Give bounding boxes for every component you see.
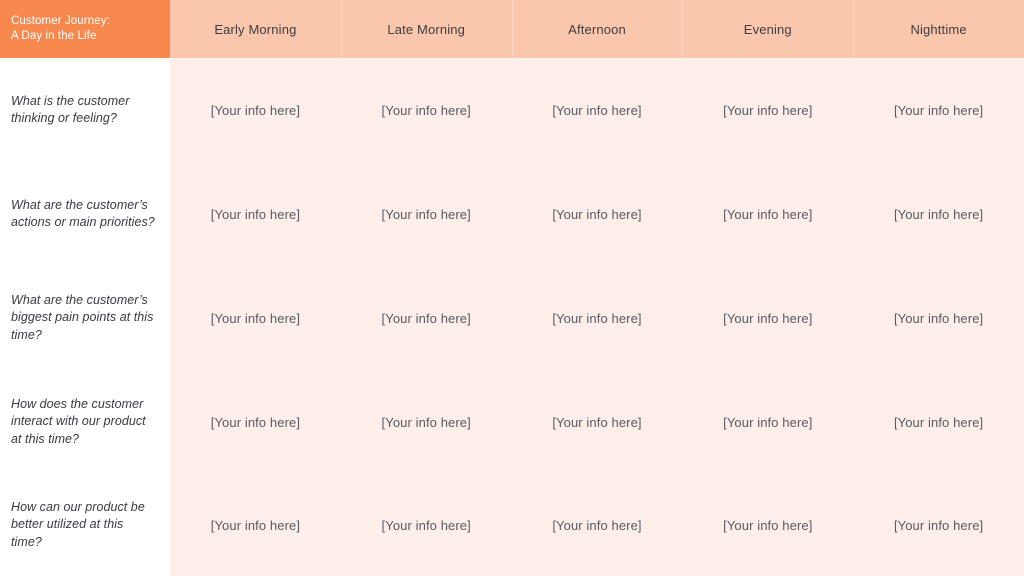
info-cell[interactable]: [Your info here]: [682, 370, 853, 474]
row-label-cell-product-interaction: How does the customer interact with our …: [0, 370, 170, 474]
info-cell[interactable]: [Your info here]: [512, 58, 683, 162]
row-cell-group: [Your info here] [Your info here] [Your …: [170, 266, 1024, 370]
info-placeholder: [Your info here]: [210, 517, 301, 533]
info-cell[interactable]: [Your info here]: [512, 474, 683, 576]
info-cell[interactable]: [Your info here]: [170, 162, 341, 266]
stage-header-afternoon[interactable]: Afternoon: [511, 0, 683, 58]
info-cell[interactable]: [Your info here]: [170, 58, 341, 162]
stage-header-label: Nighttime: [910, 21, 967, 37]
info-placeholder: [Your info here]: [381, 206, 471, 222]
info-placeholder: [Your info here]: [893, 102, 984, 118]
board-title-line-2: A Day in the Life: [11, 30, 97, 42]
info-cell[interactable]: [Your info here]: [512, 162, 683, 266]
info-placeholder: [Your info here]: [723, 102, 813, 118]
row-label-cell-thinking-feeling: What is the customer thinking or feeling…: [0, 58, 170, 162]
customer-journey-board: Customer Journey: A Day in the Life Earl…: [0, 0, 1024, 576]
board-header-row: Customer Journey: A Day in the Life Earl…: [0, 0, 1024, 58]
info-cell[interactable]: [Your info here]: [341, 370, 512, 474]
info-cell[interactable]: [Your info here]: [512, 266, 683, 370]
row-label-cell-actions-priorities: What are the customer’s actions or main …: [0, 162, 170, 266]
info-placeholder: [Your info here]: [893, 517, 984, 533]
info-cell[interactable]: [Your info here]: [341, 58, 512, 162]
info-cell[interactable]: [Your info here]: [341, 474, 512, 576]
info-placeholder: [Your info here]: [552, 102, 642, 118]
row-label: What is the customer thinking or feeling…: [11, 93, 130, 126]
info-cell[interactable]: [Your info here]: [170, 370, 341, 474]
row-label: What are the customer’s actions or main …: [11, 197, 155, 230]
info-cell[interactable]: [Your info here]: [853, 162, 1024, 266]
board-row: What are the customer’s biggest pain poi…: [0, 266, 1024, 370]
info-placeholder: [Your info here]: [381, 414, 471, 430]
row-cell-group: [Your info here] [Your info here] [Your …: [170, 474, 1024, 576]
info-placeholder: [Your info here]: [723, 206, 813, 222]
info-cell[interactable]: [Your info here]: [341, 266, 512, 370]
info-placeholder: [Your info here]: [381, 517, 471, 533]
info-placeholder: [Your info here]: [893, 206, 984, 222]
info-cell[interactable]: [Your info here]: [341, 162, 512, 266]
info-placeholder: [Your info here]: [210, 102, 301, 118]
info-cell[interactable]: [Your info here]: [512, 370, 683, 474]
info-placeholder: [Your info here]: [381, 310, 471, 326]
stage-header-late-morning[interactable]: Late Morning: [340, 0, 512, 58]
info-placeholder: [Your info here]: [893, 414, 984, 430]
board-row: How can our product be better utilized a…: [0, 474, 1024, 576]
stage-header-label: Late Morning: [387, 21, 466, 37]
info-cell[interactable]: [Your info here]: [170, 266, 341, 370]
row-label-cell-pain-points: What are the customer’s biggest pain poi…: [0, 266, 170, 370]
stage-header-label: Afternoon: [568, 21, 626, 37]
stage-header-label: Evening: [743, 21, 792, 37]
info-cell[interactable]: [Your info here]: [853, 370, 1024, 474]
board-title-block: Customer Journey: A Day in the Life: [0, 0, 170, 58]
info-placeholder: [Your info here]: [552, 310, 642, 326]
board-body: What is the customer thinking or feeling…: [0, 58, 1024, 576]
info-placeholder: [Your info here]: [723, 517, 813, 533]
row-label: How does the customer interact with our …: [11, 396, 146, 446]
row-label-cell-better-utilization: How can our product be better utilized a…: [0, 474, 170, 576]
info-cell[interactable]: [Your info here]: [853, 58, 1024, 162]
row-cell-group: [Your info here] [Your info here] [Your …: [170, 370, 1024, 474]
board-row: What are the customer’s actions or main …: [0, 162, 1024, 266]
info-placeholder: [Your info here]: [552, 517, 642, 533]
stage-header-early-morning[interactable]: Early Morning: [170, 0, 341, 58]
info-placeholder: [Your info here]: [893, 310, 984, 326]
info-placeholder: [Your info here]: [723, 310, 813, 326]
info-cell[interactable]: [Your info here]: [682, 58, 853, 162]
stage-header-label: Early Morning: [214, 21, 297, 37]
info-cell[interactable]: [Your info here]: [853, 266, 1024, 370]
info-placeholder: [Your info here]: [723, 414, 813, 430]
info-placeholder: [Your info here]: [381, 102, 471, 118]
info-cell[interactable]: [Your info here]: [682, 162, 853, 266]
stage-header-group: Early Morning Late Morning Afternoon Eve…: [170, 0, 1024, 58]
stage-header-nighttime[interactable]: Nighttime: [853, 0, 1024, 58]
info-cell[interactable]: [Your info here]: [170, 474, 341, 576]
info-placeholder: [Your info here]: [552, 414, 642, 430]
info-placeholder: [Your info here]: [552, 206, 642, 222]
board-row: How does the customer interact with our …: [0, 370, 1024, 474]
board-row: What is the customer thinking or feeling…: [0, 58, 1024, 162]
info-cell[interactable]: [Your info here]: [682, 266, 853, 370]
info-cell[interactable]: [Your info here]: [682, 474, 853, 576]
info-placeholder: [Your info here]: [210, 310, 301, 326]
row-label: How can our product be better utilized a…: [11, 499, 145, 549]
stage-header-evening[interactable]: Evening: [682, 0, 853, 58]
row-cell-group: [Your info here] [Your info here] [Your …: [170, 58, 1024, 162]
info-placeholder: [Your info here]: [210, 206, 301, 222]
row-cell-group: [Your info here] [Your info here] [Your …: [170, 162, 1024, 266]
board-title-line-1: Customer Journey:: [11, 14, 110, 27]
info-cell[interactable]: [Your info here]: [853, 474, 1024, 576]
info-placeholder: [Your info here]: [210, 414, 301, 430]
row-label: What are the customer’s biggest pain poi…: [11, 292, 154, 342]
